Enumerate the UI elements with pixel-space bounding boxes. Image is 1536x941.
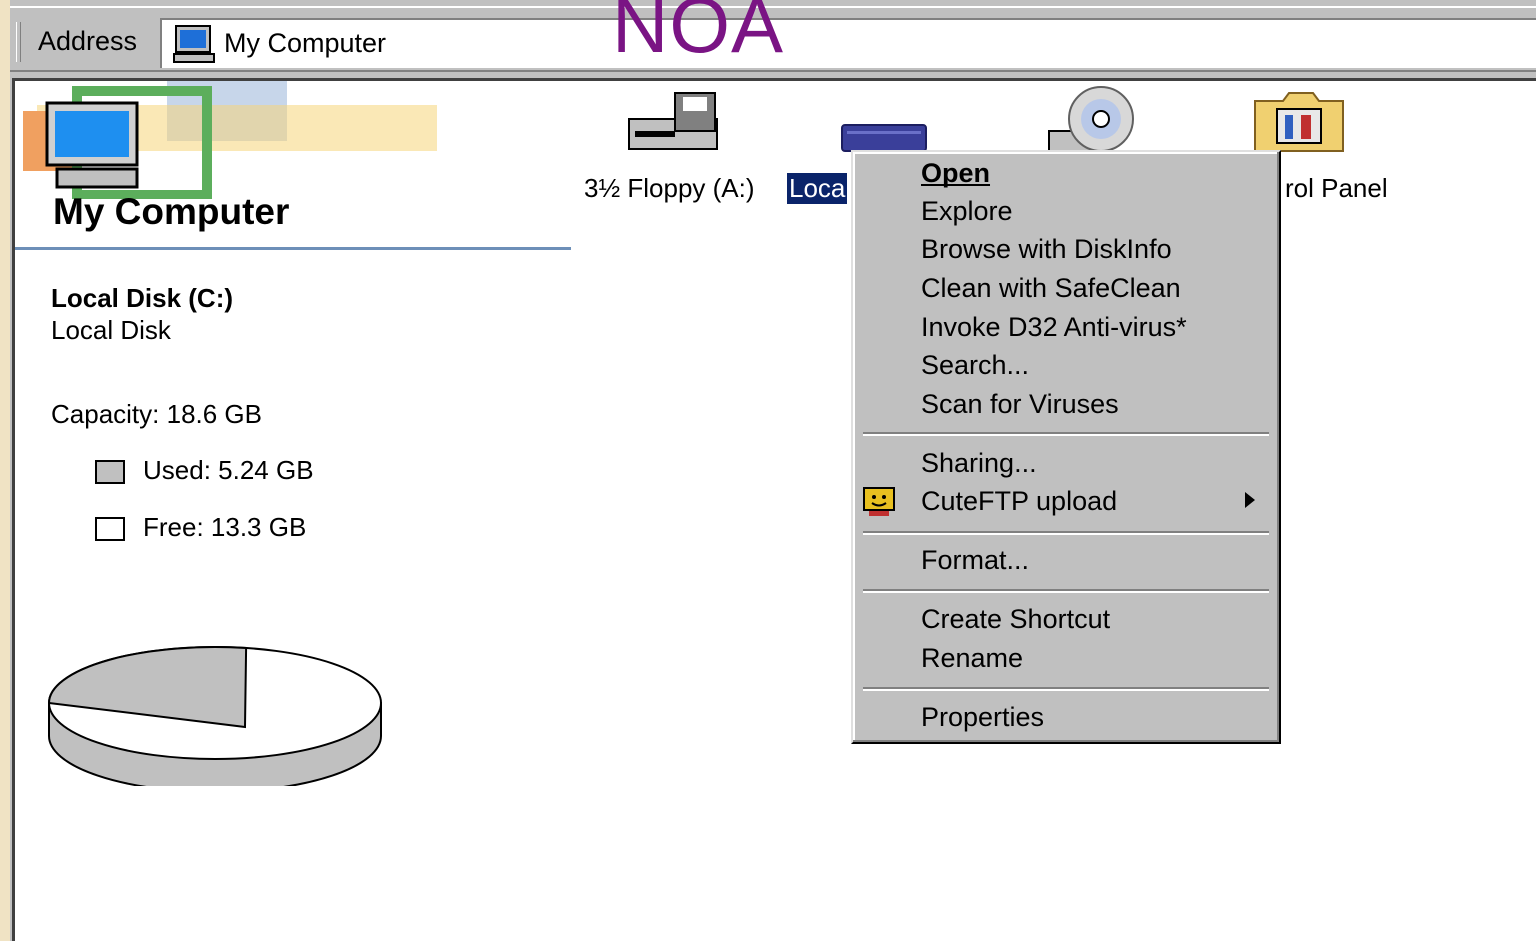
menu-item-properties[interactable]: Properties <box>921 702 1044 733</box>
menu-item-label: Scan for Viruses <box>921 389 1119 419</box>
free-legend: Free: 13.3 GB <box>95 512 306 543</box>
menu-item-create-shortcut[interactable]: Create Shortcut <box>921 604 1110 635</box>
menu-item-browse-diskinfo[interactable]: Browse with DiskInfo <box>921 234 1172 265</box>
menu-item-label: Explore <box>921 196 1013 226</box>
menu-item-scan-viruses[interactable]: Scan for Viruses <box>921 389 1119 420</box>
used-swatch <box>95 460 125 485</box>
address-input[interactable]: My Computer <box>160 18 1536 68</box>
disk-capacity: Capacity: 18.6 GB <box>51 399 262 429</box>
menu-separator <box>863 531 1269 535</box>
free-label: Free: 13.3 GB <box>143 512 307 542</box>
control-panel-icon <box>1254 92 1344 152</box>
menu-separator <box>863 589 1269 593</box>
my-computer-icon <box>173 25 215 63</box>
title-divider <box>15 247 571 250</box>
menu-item-rename[interactable]: Rename <box>921 643 1023 674</box>
my-computer-banner-icon <box>23 81 437 199</box>
drive-label-selected: Loca <box>785 172 849 205</box>
address-value: My Computer <box>224 28 387 58</box>
menu-item-sharing[interactable]: Sharing... <box>921 448 1037 479</box>
menu-item-label: CuteFTP upload <box>921 486 1118 516</box>
menu-item-clean-safeclean[interactable]: Clean with SafeClean <box>921 273 1181 304</box>
hard-disk-icon <box>841 124 927 152</box>
drive-label: 3½ Floppy (A:) <box>584 173 755 203</box>
submenu-arrow-icon <box>1245 492 1255 508</box>
context-menu: Open Explore Browse with DiskInfo Clean … <box>851 150 1281 744</box>
desktop-edge <box>0 0 10 941</box>
disk-type: Local Disk <box>51 315 171 345</box>
menu-item-label: Clean with SafeClean <box>921 273 1181 303</box>
cuteftp-icon <box>863 487 895 516</box>
menu-item-explore[interactable]: Explore <box>921 196 1013 227</box>
toolbar-grip[interactable] <box>16 22 21 62</box>
menu-separator <box>863 687 1269 691</box>
disk-name: Local Disk (C:) <box>51 283 234 313</box>
menu-item-cuteftp-upload[interactable]: CuteFTP upload <box>921 486 1117 517</box>
used-label: Used: 5.24 GB <box>143 455 314 485</box>
menu-item-label: Open <box>921 158 991 188</box>
menu-item-label: Create Shortcut <box>921 604 1111 634</box>
menu-item-label: Sharing... <box>921 448 1037 478</box>
folder-view: My Computer Local Disk (C:) Local Disk C… <box>12 78 1536 941</box>
menu-separator <box>863 432 1269 436</box>
disk-usage-pie-chart <box>47 646 382 786</box>
menu-item-label: Rename <box>921 643 1024 673</box>
address-label-text: Address <box>38 26 138 56</box>
free-swatch <box>95 517 125 542</box>
page-title: My Computer <box>53 191 290 232</box>
menu-item-label: Format... <box>921 545 1030 575</box>
menu-item-label: Search... <box>921 350 1030 380</box>
floppy-drive-icon <box>628 92 718 150</box>
used-legend: Used: 5.24 GB <box>95 455 314 486</box>
menu-item-search[interactable]: Search... <box>921 350 1029 381</box>
menu-item-open[interactable]: Open <box>921 158 990 189</box>
drive-label: rol Panel <box>1285 173 1388 203</box>
menu-item-format[interactable]: Format... <box>921 545 1029 576</box>
address-label: Address <box>38 26 137 57</box>
menu-item-invoke-antivirus[interactable]: Invoke D32 Anti-virus* <box>921 312 1187 343</box>
menu-item-label: Browse with DiskInfo <box>921 234 1172 264</box>
cd-drive-icon <box>1048 86 1134 152</box>
menu-item-label: Properties <box>921 702 1045 732</box>
watermark-text: NOA <box>612 0 785 69</box>
menu-item-label: Invoke D32 Anti-virus* <box>921 312 1187 342</box>
